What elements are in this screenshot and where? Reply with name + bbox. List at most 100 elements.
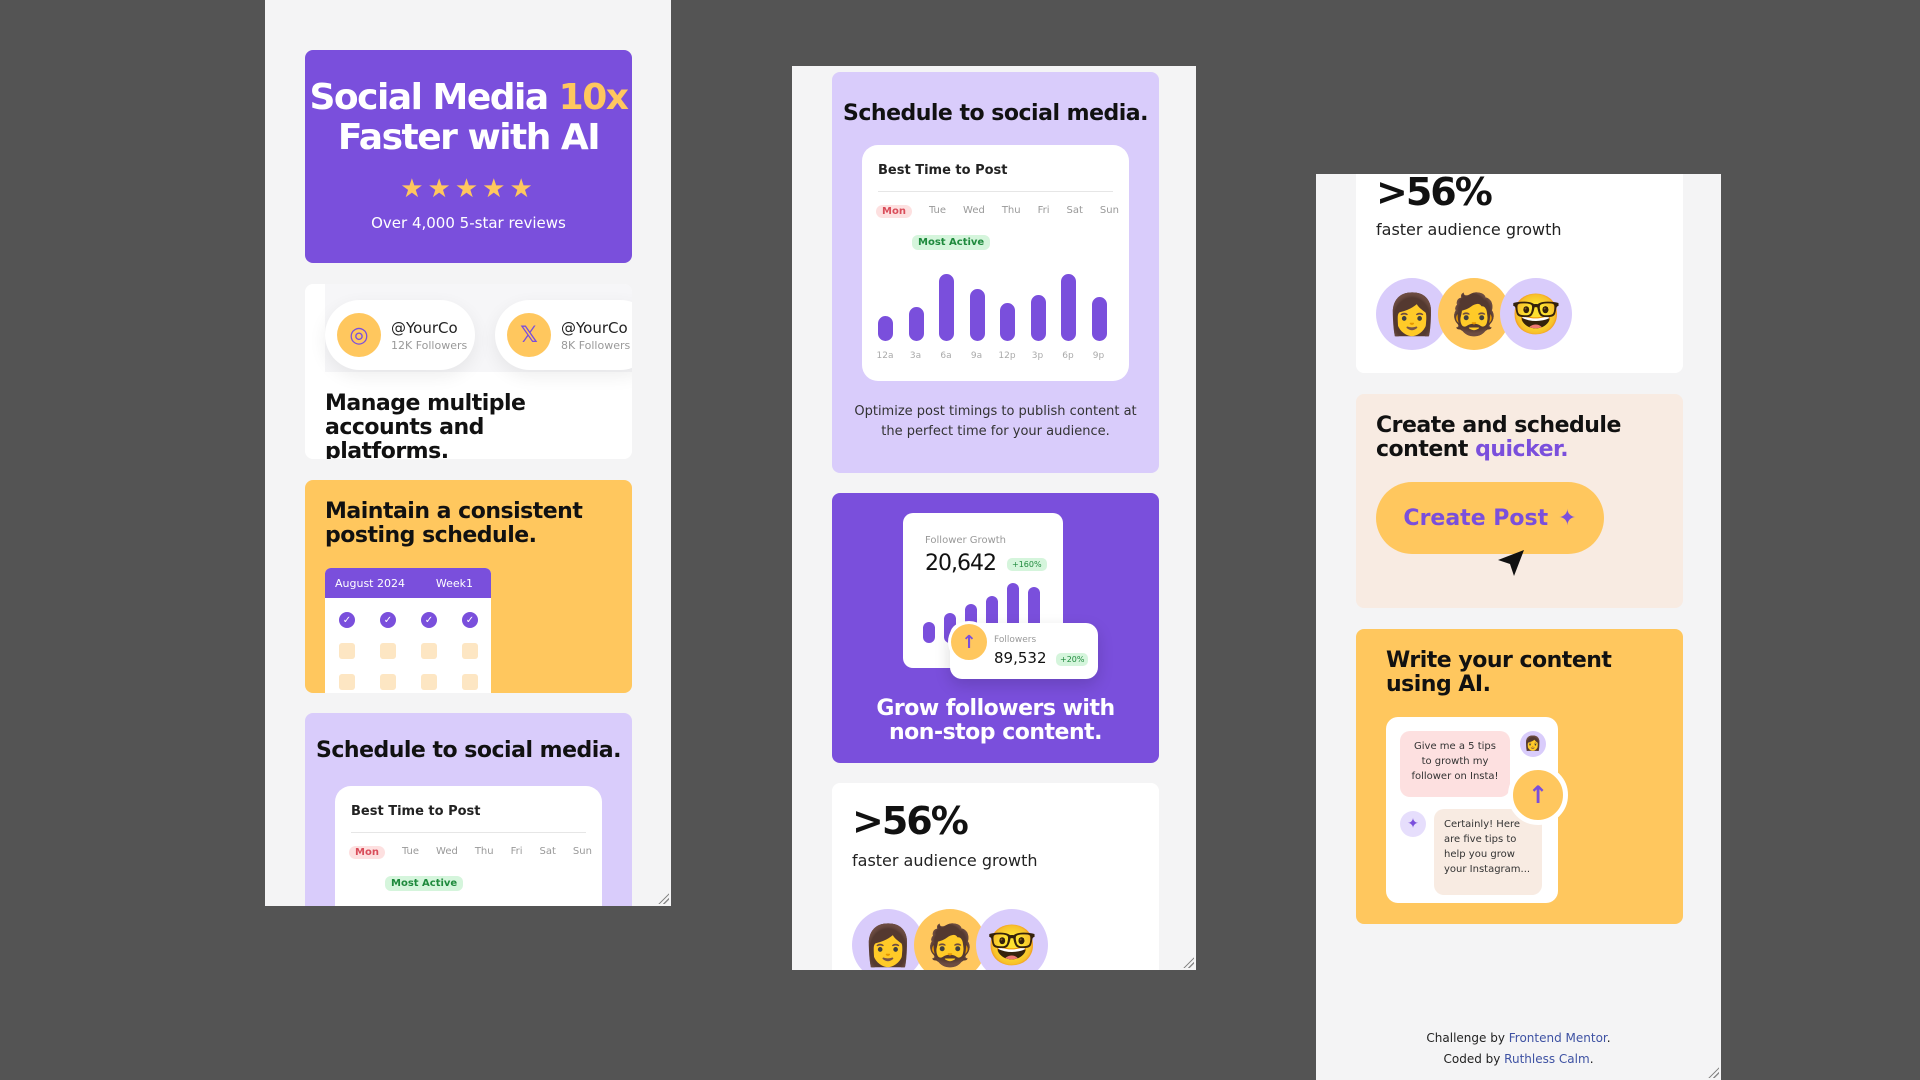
- growth-heading: Grow followers with non-stop content.: [876, 696, 1115, 745]
- send-arrow-icon[interactable]: ↑: [1508, 765, 1568, 825]
- chart-tick-label: 12a: [876, 351, 894, 361]
- chart-tick-label: 6a: [940, 351, 952, 361]
- resize-handle-icon[interactable]: [657, 892, 669, 904]
- resize-handle-icon[interactable]: [1707, 1066, 1719, 1078]
- author-link[interactable]: Ruthless Calm: [1504, 1052, 1590, 1066]
- chart-bar: [969, 288, 985, 341]
- social-heading: Schedule to social media.: [316, 738, 621, 763]
- schedule-heading: Maintain a consistent posting schedule.: [325, 499, 583, 548]
- calendar-cell: [380, 674, 396, 690]
- day-label[interactable]: Tue: [402, 846, 419, 859]
- growth-value: 20,642: [925, 551, 997, 576]
- account-followers: 8K Followers: [561, 338, 631, 352]
- chart-tick-label: 6p: [1062, 351, 1074, 361]
- hero-title-highlight: 10x: [558, 77, 629, 118]
- calendar-cell: [339, 674, 355, 690]
- sparkle-icon: ✦: [1400, 811, 1426, 837]
- day-label[interactable]: Fri: [511, 846, 523, 859]
- chart-bar: [1061, 273, 1076, 341]
- ai-heading: Write your content using AI.: [1386, 648, 1612, 697]
- stat-label: faster audience growth: [852, 851, 1038, 870]
- hero-card: Social Media 10x Faster with AI ★★★★★ Ov…: [305, 50, 632, 263]
- chart-bar: [878, 315, 893, 341]
- day-label[interactable]: Thu: [475, 846, 494, 859]
- best-time-chart: Best Time to Post Mon Tue Wed Thu Fri Sa…: [862, 145, 1129, 381]
- chart-bar: [1030, 294, 1046, 341]
- social-heading: Schedule to social media.: [843, 101, 1148, 126]
- account-followers: 12K Followers: [391, 338, 468, 352]
- account-instagram[interactable]: ◎ @YourCo 12K Followers: [325, 300, 475, 370]
- accounts-card: ◎ @YourCo 12K Followers 𝕏 @YourCo 8K Fol…: [305, 284, 632, 459]
- stat-card: >56% faster audience growth 👩 🧔 🤓: [1356, 174, 1683, 373]
- followers-change-badge: +20%: [1056, 653, 1089, 666]
- calendar-cell: [462, 643, 478, 659]
- chart-title: Best Time to Post: [878, 163, 1008, 178]
- social-card-partial: Schedule to social media. Best Time to P…: [305, 713, 632, 906]
- day-label[interactable]: Fri: [1038, 205, 1050, 218]
- day-label[interactable]: Wed: [963, 205, 985, 218]
- calendar-month: August 2024: [335, 576, 405, 590]
- most-active-badge: Most Active: [912, 235, 991, 250]
- cursor-arrow-icon: [1498, 550, 1524, 576]
- day-label[interactable]: Tue: [929, 205, 946, 218]
- calendar-week: Week1: [435, 576, 473, 590]
- chart-title: Best Time to Post: [351, 804, 481, 819]
- day-row: Mon Tue Wed Thu Fri Sat Sun: [876, 205, 1119, 218]
- check-icon: ✓: [339, 612, 355, 628]
- day-label[interactable]: Mon: [876, 205, 912, 218]
- avatar: 🧔: [914, 909, 986, 970]
- stat-label: faster audience growth: [1376, 220, 1562, 239]
- avatar: 🤓: [1500, 278, 1572, 350]
- x-icon: 𝕏: [507, 313, 551, 357]
- chart-tick-label: 9a: [970, 351, 983, 361]
- preview-panel-2: Schedule to social media. Best Time to P…: [792, 66, 1196, 970]
- most-active-badge: Most Active: [385, 876, 464, 891]
- day-row: Mon Tue Wed Thu Fri Sat Sun: [349, 846, 592, 859]
- frontend-mentor-link[interactable]: Frontend Mentor: [1509, 1031, 1607, 1045]
- chart-tick-label: 3p: [1031, 351, 1044, 361]
- chart-tick-label: 12p: [998, 351, 1016, 361]
- avatar: 👩: [852, 909, 924, 970]
- day-label[interactable]: Sat: [1067, 205, 1083, 218]
- attribution-footer: Challenge by Frontend Mentor. Coded by R…: [1426, 1031, 1611, 1066]
- growth-label: Follower Growth: [925, 535, 1007, 546]
- stat-value: >56%: [1376, 174, 1493, 214]
- social-caption: Optimize post timings to publish content…: [854, 404, 1137, 439]
- day-label[interactable]: Thu: [1002, 205, 1021, 218]
- check-icon: ✓: [421, 612, 437, 628]
- stat-value: >56%: [852, 799, 969, 843]
- day-label[interactable]: Wed: [436, 846, 458, 859]
- chart-bar: [939, 273, 954, 341]
- calendar-cell: [380, 643, 396, 659]
- resize-handle-icon[interactable]: [1182, 956, 1194, 968]
- chart-bar: [1000, 303, 1015, 341]
- hero-title: Social Media 10x Faster with AI: [309, 77, 629, 158]
- calendar-cell: [421, 674, 437, 690]
- followers-label: Followers: [994, 635, 1037, 645]
- day-label[interactable]: Mon: [349, 846, 385, 859]
- day-label[interactable]: Sun: [573, 846, 592, 859]
- create-post-button[interactable]: Create Post ✦: [1376, 482, 1604, 554]
- ai-card: Write your content using AI. Give me a 5…: [1356, 629, 1683, 924]
- growth-card: Follower Growth 20,642 +160% ↑ Followers…: [832, 493, 1159, 763]
- arrow-up-icon: ↑: [948, 621, 990, 663]
- chart-tick-label: 3a: [909, 351, 922, 361]
- growth-bar: [923, 621, 935, 643]
- chart-bar: [1091, 297, 1107, 341]
- day-label[interactable]: Sat: [540, 846, 556, 859]
- growth-change-badge: +160%: [1007, 558, 1047, 571]
- check-icon: ✓: [380, 612, 396, 628]
- best-time-chart: Best Time to Post Mon Tue Wed Thu Fri Sa…: [335, 786, 602, 906]
- create-heading-accent: quicker.: [1475, 437, 1569, 462]
- chart-bar: [908, 307, 924, 341]
- user-avatar: 👩: [1520, 731, 1546, 757]
- account-x[interactable]: 𝕏 @YourCo 8K Followers: [495, 300, 632, 370]
- chart-tick-label: 9p: [1092, 351, 1105, 361]
- day-label[interactable]: Sun: [1100, 205, 1119, 218]
- reviews-text: Over 4,000 5-star reviews: [371, 214, 566, 232]
- calendar-cell: [421, 643, 437, 659]
- preview-panel-3: >56% faster audience growth 👩 🧔 🤓 Create…: [1316, 174, 1721, 1080]
- account-handle: @YourCo: [561, 318, 628, 337]
- preview-panel-1: Social Media 10x Faster with AI ★★★★★ Ov…: [265, 0, 671, 906]
- calendar-cell: [339, 643, 355, 659]
